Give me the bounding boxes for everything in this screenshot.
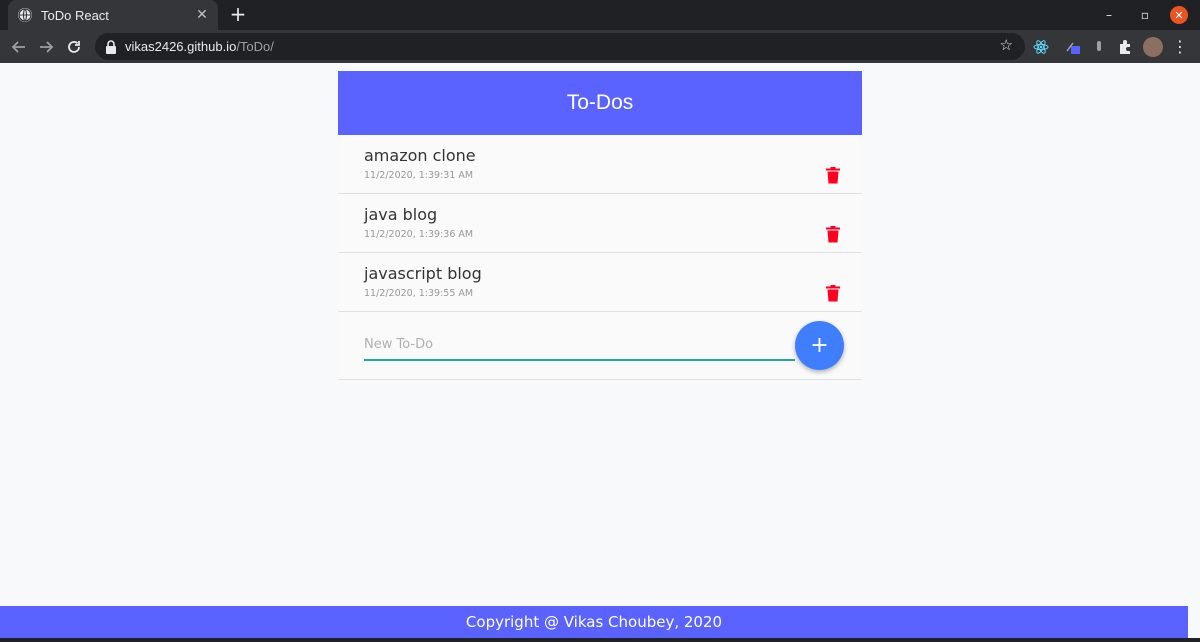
extensions-puzzle-icon[interactable]: [1116, 38, 1134, 56]
todo-item: javascript blog 11/2/2020, 1:39:55 AM: [338, 253, 862, 312]
react-devtools-icon[interactable]: [1032, 38, 1050, 56]
browser-toolbar: vikas2426.github.io/ToDo/ ☆ ⋮: [0, 30, 1200, 63]
globe-icon: [18, 8, 32, 22]
address-bar[interactable]: vikas2426.github.io/ToDo/ ☆: [95, 33, 1025, 60]
bookmark-star-icon[interactable]: ☆: [1000, 36, 1013, 54]
url-host: vikas2426.github.io: [125, 39, 237, 54]
kebab-menu-icon[interactable]: ⋮: [1172, 38, 1188, 56]
new-todo-form: +: [338, 312, 862, 380]
new-tab-button[interactable]: +: [228, 4, 248, 24]
extension-icon[interactable]: [1064, 38, 1082, 56]
maximize-window-button[interactable]: ▫: [1134, 0, 1156, 30]
footer-copyright: Copyright @ Vikas Choubey, 2020: [465, 613, 723, 631]
taskbar-strip: [0, 638, 1200, 642]
forward-arrow-icon[interactable]: [36, 37, 56, 57]
lock-icon: [106, 39, 116, 54]
todo-list: amazon clone 11/2/2020, 1:39:31 AM java …: [338, 135, 862, 380]
todo-timestamp: 11/2/2020, 1:39:31 AM: [364, 170, 474, 181]
browser-tab[interactable]: ToDo React ✕: [8, 0, 218, 30]
page-title: To-Dos: [566, 91, 634, 114]
profile-avatar[interactable]: [1143, 37, 1163, 57]
todo-text: javascript blog: [364, 264, 482, 283]
add-todo-button[interactable]: +: [795, 321, 844, 370]
delete-trash-icon[interactable]: [826, 167, 840, 184]
todo-item: amazon clone 11/2/2020, 1:39:31 AM: [338, 135, 862, 194]
footer: Copyright @ Vikas Choubey, 2020: [0, 606, 1188, 638]
delete-trash-icon[interactable]: [826, 226, 840, 243]
reload-icon[interactable]: [64, 37, 84, 57]
close-window-button[interactable]: ✕: [1170, 6, 1188, 24]
todo-text: java blog: [364, 205, 438, 224]
extension-icon[interactable]: [1090, 38, 1108, 56]
new-todo-input[interactable]: [364, 329, 795, 361]
todo-text: amazon clone: [364, 146, 476, 165]
back-arrow-icon[interactable]: [9, 37, 29, 57]
minimize-window-button[interactable]: –: [1098, 0, 1120, 30]
app-header: To-Dos: [338, 71, 862, 135]
todo-item: java blog 11/2/2020, 1:39:36 AM: [338, 194, 862, 253]
todo-timestamp: 11/2/2020, 1:39:36 AM: [364, 229, 474, 240]
url-path: /ToDo/: [236, 39, 274, 54]
tab-close-icon[interactable]: ✕: [194, 7, 210, 23]
tab-title: ToDo React: [41, 7, 109, 23]
delete-trash-icon[interactable]: [826, 285, 840, 302]
todo-card: To-Dos amazon clone 11/2/2020, 1:39:31 A…: [338, 71, 862, 380]
browser-tab-bar: ToDo React ✕ + – ▫ ✕: [0, 0, 1200, 30]
todo-timestamp: 11/2/2020, 1:39:55 AM: [364, 288, 474, 299]
